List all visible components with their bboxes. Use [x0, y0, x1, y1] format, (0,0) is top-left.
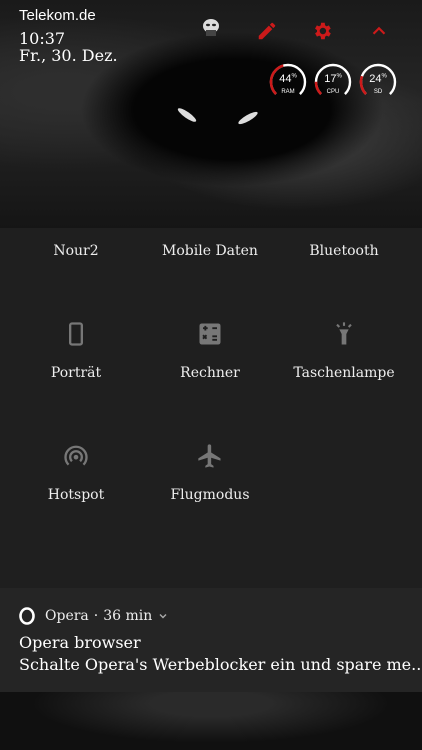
- tile-hotspot-label: Hotspot: [47, 487, 105, 503]
- gauge-value: 17%: [324, 73, 342, 85]
- hotspot-icon: [64, 445, 88, 466]
- gear-icon[interactable]: [311, 20, 337, 46]
- tile-wifi[interactable]: Nour2: [6, 240, 146, 259]
- wallpaper-eye-left: [176, 106, 198, 124]
- gauge-cpu: 17% CPU: [313, 62, 353, 102]
- notification-age: 36 min: [103, 608, 153, 624]
- gauge-sd: 24% SD: [358, 62, 398, 102]
- opera-logo-icon: [19, 607, 35, 625]
- notification-header: Opera · 36 min: [19, 607, 169, 625]
- notification-separator: ·: [93, 608, 99, 624]
- notification-app-name: Opera: [45, 608, 89, 624]
- gauge-value: 44%: [279, 73, 297, 85]
- notification-card[interactable]: Opera · 36 min Opera browser Schalte Ope…: [0, 588, 422, 692]
- notification-body: Schalte Opera's Werbeblocker ein und spa…: [19, 655, 422, 674]
- gauge-label: RAM: [281, 89, 295, 95]
- wallpaper-eye-right: [236, 109, 260, 127]
- tile-airplane-mode-label: Flugmodus: [170, 487, 250, 503]
- tile-calculator[interactable]: Rechner: [140, 320, 280, 381]
- gauge-ram: 44% RAM: [268, 62, 308, 102]
- tile-mobile-data[interactable]: Mobile Daten: [140, 240, 280, 259]
- tile-hotspot[interactable]: Hotspot: [6, 442, 146, 503]
- wallpaper-bottom: [0, 692, 422, 750]
- airplane-icon: [198, 444, 221, 468]
- chevron-up-icon[interactable]: [368, 20, 394, 46]
- tile-bluetooth-label: Bluetooth: [309, 243, 379, 259]
- tile-mobile-data-label: Mobile Daten: [162, 243, 258, 259]
- phone-portrait-icon: [69, 322, 83, 346]
- date[interactable]: Fr., 30. Dez.: [19, 46, 118, 65]
- tile-portrait[interactable]: Porträt: [6, 320, 146, 381]
- notification-title: Opera browser: [19, 633, 141, 652]
- tile-portrait-label: Porträt: [50, 365, 102, 381]
- tile-bluetooth[interactable]: Bluetooth: [274, 240, 414, 259]
- chevron-down-icon[interactable]: [157, 610, 169, 622]
- pencil-icon[interactable]: [256, 20, 282, 46]
- gauge-label: SD: [373, 89, 383, 95]
- tile-airplane-mode[interactable]: Flugmodus: [140, 442, 280, 503]
- mask-icon[interactable]: [199, 16, 225, 42]
- flashlight-icon: [336, 322, 352, 345]
- gauge-label: CPU: [326, 89, 340, 95]
- calculator-icon: [199, 323, 221, 345]
- tile-wifi-label: Nour2: [53, 243, 99, 259]
- tile-calculator-label: Rechner: [180, 365, 240, 381]
- tile-flashlight[interactable]: Taschenlampe: [274, 320, 414, 381]
- quick-settings-panel: Nour2 Mobile Daten Bluetooth Porträt Rec…: [0, 228, 422, 588]
- carrier-name: Telekom.de: [19, 7, 96, 24]
- gauge-value: 24%: [369, 73, 387, 85]
- tile-flashlight-label: Taschenlampe: [293, 365, 395, 381]
